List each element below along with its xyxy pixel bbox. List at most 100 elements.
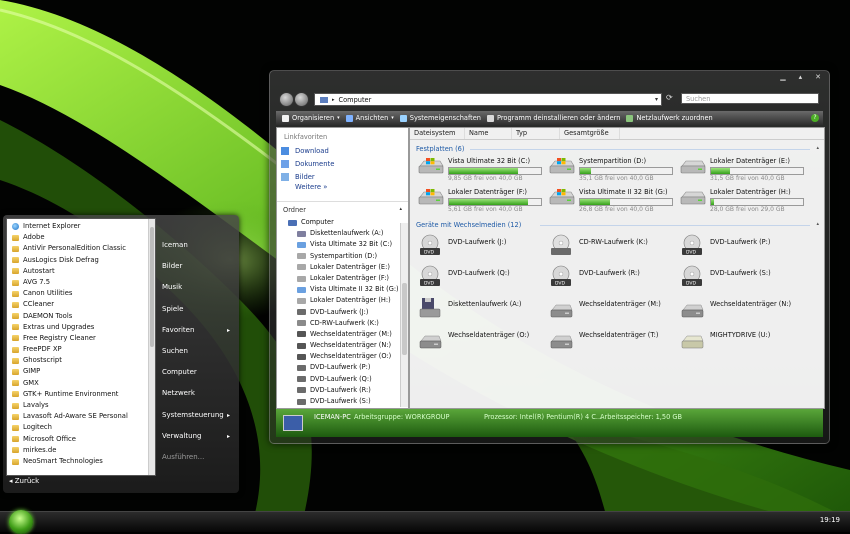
program-item[interactable]: AusLogics Disk Defrag bbox=[7, 255, 155, 266]
folders-header[interactable]: Ordner ▴ bbox=[277, 201, 408, 217]
drive-tile[interactable]: Systempartition (D:) 35,1 GB frei von 40,… bbox=[545, 155, 675, 183]
program-item[interactable]: Logitech bbox=[7, 422, 155, 433]
refresh-icon[interactable]: ⟳ bbox=[666, 93, 673, 102]
media-tile[interactable]: CD-RW-Laufwerk (K:) bbox=[545, 232, 675, 258]
favorite-link[interactable]: Dokumente bbox=[277, 157, 408, 170]
media-tile[interactable]: Diskettenlaufwerk (A:) bbox=[414, 294, 544, 320]
favorite-link[interactable]: Bilder bbox=[277, 170, 408, 183]
program-item[interactable]: Lavasoft Ad-Aware SE Personal bbox=[7, 411, 155, 422]
forward-nav-button[interactable] bbox=[294, 92, 309, 107]
start-menu-item[interactable]: Computer bbox=[158, 362, 236, 383]
tree-item-drive[interactable]: Lokaler Datenträger (F:) bbox=[277, 273, 408, 284]
column-header[interactable]: Dateisystem bbox=[410, 128, 465, 139]
drive-tile[interactable]: Lokaler Datenträger (H:) 28,0 GB frei von… bbox=[676, 186, 806, 214]
program-item[interactable]: GMX bbox=[7, 378, 155, 389]
start-orb-button[interactable] bbox=[9, 510, 33, 534]
column-header[interactable]: Gesamtgröße bbox=[560, 128, 620, 139]
tree-item-drive[interactable]: CD-RW-Laufwerk (K:) bbox=[277, 318, 408, 329]
media-tile[interactable]: DVD DVD-Laufwerk (J:) bbox=[414, 232, 544, 258]
help-icon[interactable]: ? bbox=[811, 114, 819, 122]
back-nav-button[interactable] bbox=[279, 92, 294, 107]
start-menu-item[interactable]: Musik bbox=[158, 277, 236, 298]
tree-item-drive[interactable]: DVD-Laufwerk (P:) bbox=[277, 362, 408, 373]
program-item[interactable]: Internet Explorer bbox=[7, 221, 155, 232]
start-menu-item[interactable]: Favoriten ▸ bbox=[158, 320, 236, 341]
collapse-hard-disks-icon[interactable]: ▴ bbox=[816, 145, 819, 151]
program-item[interactable]: FreePDF XP bbox=[7, 344, 155, 355]
drive-tile[interactable]: Lokaler Datenträger (E:) 31,5 GB frei von… bbox=[676, 155, 806, 183]
programs-scrollbar[interactable] bbox=[148, 219, 155, 475]
toolbar-button[interactable]: Netzlaufwerk zuordnen bbox=[626, 114, 713, 122]
column-header[interactable]: Typ bbox=[512, 128, 560, 139]
search-input[interactable]: Suchen bbox=[681, 93, 819, 104]
address-dropdown-icon[interactable]: ▾ bbox=[652, 96, 661, 103]
collapse-removable-icon[interactable]: ▴ bbox=[816, 221, 819, 227]
toolbar-button[interactable]: Programm deinstallieren oder ändern bbox=[487, 114, 620, 122]
program-item[interactable]: CCleaner bbox=[7, 299, 155, 310]
folder-tree-scrollbar[interactable] bbox=[400, 223, 408, 407]
program-item[interactable]: Microsoft Office bbox=[7, 434, 155, 445]
program-item[interactable]: GTK+ Runtime Environment bbox=[7, 389, 155, 400]
favorite-link[interactable]: Download bbox=[277, 144, 408, 157]
tree-item-drive[interactable]: DVD-Laufwerk (J:) bbox=[277, 307, 408, 318]
program-item[interactable]: NeoSmart Technologies bbox=[7, 456, 155, 467]
programs-scroll-thumb[interactable] bbox=[150, 227, 154, 347]
program-item[interactable]: Autostart bbox=[7, 266, 155, 277]
program-item[interactable]: Lavalys bbox=[7, 400, 155, 411]
program-item[interactable]: Extras und Upgrades bbox=[7, 322, 155, 333]
minimize-icon[interactable]: ▁ bbox=[780, 73, 785, 81]
tree-item-drive[interactable]: Wechseldatenträger (M:) bbox=[277, 329, 408, 340]
drive-tile[interactable]: Lokaler Datenträger (F:) 5,61 GB frei von… bbox=[414, 186, 544, 214]
media-tile[interactable]: DVD DVD-Laufwerk (R:) bbox=[545, 263, 675, 289]
taskbar-clock[interactable]: 19:19 bbox=[820, 516, 840, 524]
media-tile[interactable]: Wechseldatenträger (O:) bbox=[414, 325, 544, 351]
close-icon[interactable]: ✕ bbox=[815, 73, 821, 81]
program-item[interactable]: Canon Utilities bbox=[7, 288, 155, 299]
program-item[interactable]: mirkes.de bbox=[7, 445, 155, 456]
tree-item-drive[interactable]: Vista Ultimate 32 Bit (C:) bbox=[277, 239, 408, 250]
tree-item-drive[interactable]: Vista Ultimate II 32 Bit (G:) bbox=[277, 284, 408, 295]
program-item[interactable]: Adobe bbox=[7, 232, 155, 243]
breadcrumb-computer[interactable]: Computer bbox=[339, 96, 652, 104]
tree-item-drive[interactable]: DVD-Laufwerk (Q:) bbox=[277, 374, 408, 385]
tree-item-drive[interactable]: DVD-Laufwerk (S:) bbox=[277, 396, 408, 407]
start-menu-item[interactable]: Iceman bbox=[158, 235, 236, 256]
program-item[interactable]: DAEMON Tools bbox=[7, 311, 155, 322]
toolbar-button[interactable]: Organisieren ▾ bbox=[282, 114, 340, 122]
start-menu-item[interactable]: Suchen bbox=[158, 341, 236, 362]
group-header-hard-disks[interactable]: Festplatten (6) bbox=[416, 145, 464, 153]
tree-item-drive[interactable]: Systempartition (D:) bbox=[277, 251, 408, 262]
tree-item-drive[interactable]: Lokaler Datenträger (E:) bbox=[277, 262, 408, 273]
start-menu-item[interactable]: Ausführen... bbox=[158, 447, 236, 468]
media-tile[interactable]: Wechseldatenträger (N:) bbox=[676, 294, 806, 320]
media-tile[interactable]: Wechseldatenträger (M:) bbox=[545, 294, 675, 320]
toolbar-button[interactable]: Ansichten ▾ bbox=[345, 114, 394, 122]
start-menu-item[interactable]: Netzwerk bbox=[158, 383, 236, 404]
folder-tree-scroll-thumb[interactable] bbox=[402, 283, 407, 355]
address-bar[interactable]: ▸ Computer ▾ bbox=[314, 93, 662, 106]
program-item[interactable]: Free Registry Cleaner bbox=[7, 333, 155, 344]
start-menu-item[interactable]: Bilder bbox=[158, 256, 236, 277]
tree-item-drive[interactable]: Lokaler Datenträger (H:) bbox=[277, 295, 408, 306]
toolbar-button[interactable]: Systemeigenschaften bbox=[399, 114, 481, 122]
drive-tile[interactable]: Vista Ultimate 32 Bit (C:) 9,85 GB frei v… bbox=[414, 155, 544, 183]
program-item[interactable]: Ghostscript bbox=[7, 355, 155, 366]
group-header-removable[interactable]: Geräte mit Wechselmedien (12) bbox=[416, 221, 521, 229]
program-item[interactable]: AVG 7.5 bbox=[7, 277, 155, 288]
maximize-icon[interactable]: ▴ bbox=[799, 73, 803, 81]
back-button[interactable]: ◂ Zurück bbox=[9, 477, 39, 485]
media-tile[interactable]: Wechseldatenträger (T:) bbox=[545, 325, 675, 351]
start-menu-item[interactable]: Verwaltung ▸ bbox=[158, 426, 236, 447]
media-tile[interactable]: DVD DVD-Laufwerk (S:) bbox=[676, 263, 806, 289]
media-tile[interactable]: DVD DVD-Laufwerk (P:) bbox=[676, 232, 806, 258]
tree-item-drive[interactable]: Wechseldatenträger (O:) bbox=[277, 351, 408, 362]
start-menu-item[interactable]: Systemsteuerung ▸ bbox=[158, 405, 236, 426]
program-item[interactable]: GIMP bbox=[7, 366, 155, 377]
media-tile[interactable]: DVD DVD-Laufwerk (Q:) bbox=[414, 263, 544, 289]
drive-tile[interactable]: Vista Ultimate II 32 Bit (G:) 26,8 GB fre… bbox=[545, 186, 675, 214]
more-links-button[interactable]: Weitere » bbox=[277, 183, 408, 195]
media-tile[interactable]: MIGHTYDRIVE (U:) bbox=[676, 325, 806, 351]
start-menu-item[interactable]: Spiele bbox=[158, 299, 236, 320]
program-item[interactable]: AntiVir PersonalEdition Classic bbox=[7, 243, 155, 254]
tree-item-computer[interactable]: Computer bbox=[277, 217, 408, 228]
